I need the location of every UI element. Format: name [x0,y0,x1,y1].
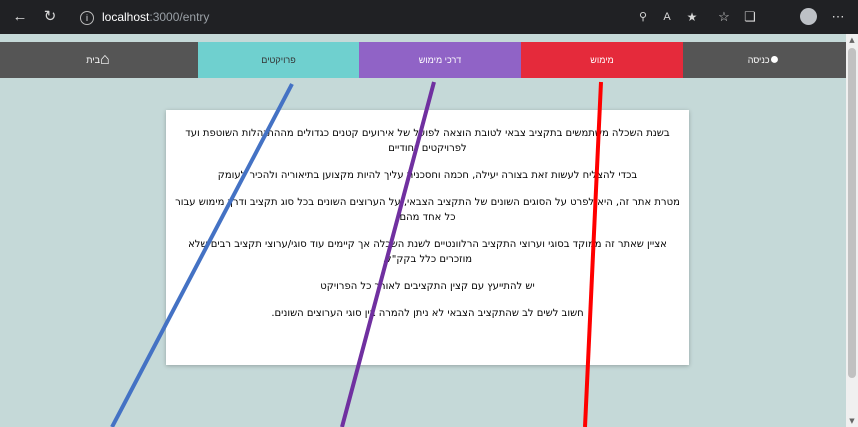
back-arrow-icon[interactable]: ← [10,7,30,27]
address-bar[interactable]: i localhost:3000/entry [80,5,580,29]
site-navbar: בית ⌂ פרויקטים דרכי מימוש מימוש כניסה ● [0,42,846,78]
nav-funding-label: מימוש [590,55,614,65]
more-menu-icon[interactable]: ⋯ [828,7,848,27]
intro-paragraph-2: בכדי להצליח לעשות זאת בצורה יעילה, חכמה … [217,170,638,181]
nav-funding[interactable]: מימוש [521,42,683,78]
nav-funding-guides[interactable]: דרכי מימוש [359,42,521,78]
intro-paragraph-4: אציין שאתר זה ממוקד בסוגי וערוצי התקציב … [188,239,667,265]
url-path: :3000/entry [149,10,210,24]
key-icon[interactable]: ⚲ [633,7,653,27]
profile-avatar[interactable] [800,8,817,25]
nav-projects[interactable]: פרויקטים [198,42,359,78]
scrollbar[interactable]: ▲ ▼ [846,34,858,427]
extension-icon[interactable]: ★ [682,7,702,27]
scroll-thumb[interactable] [848,48,856,378]
nav-projects-label: פרויקטים [261,55,296,65]
nav-funding-guides-label: דרכי מימוש [418,55,462,65]
favorites-icon[interactable]: ☆ [714,7,734,27]
nav-login[interactable]: כניסה ● [683,42,846,78]
user-icon: ● [769,51,780,68]
nav-home-label: בית [86,55,101,65]
collections-icon[interactable]: ❏ [740,7,760,27]
reload-icon[interactable]: ↻ [40,7,60,27]
nav-login-label: כניסה [747,55,770,65]
scroll-down-icon[interactable]: ▼ [846,415,858,427]
browser-toolbar: ← ↻ i localhost:3000/entry ⚲ A ★ ☆ ❏ ⋯ [0,0,858,34]
nav-home[interactable]: בית ⌂ [0,42,198,78]
page-content: בית ⌂ פרויקטים דרכי מימוש מימוש כניסה ● … [0,34,846,427]
intro-paragraph-1: בשנת השכלה משתמשים בתקציב צבאי לטובת הוצ… [185,128,670,154]
intro-paragraph-5: יש להתייעץ עם קצין התקציבים לאורך כל הפר… [320,281,535,292]
intro-paragraph-3: מטרת אתר זה, היא לפרט על הסוגים השונים ש… [175,197,680,223]
home-icon: ⌂ [100,51,110,68]
info-icon[interactable]: i [80,10,94,25]
url-host: localhost [102,10,150,24]
read-aloud-icon[interactable]: A [657,7,677,27]
scroll-up-icon[interactable]: ▲ [846,34,858,46]
intro-paragraph-6: חשוב לשים לב שהתקציב הצבאי לא ניתן להמרה… [271,308,584,319]
intro-card: בשנת השכלה משתמשים בתקציב צבאי לטובת הוצ… [166,110,689,365]
